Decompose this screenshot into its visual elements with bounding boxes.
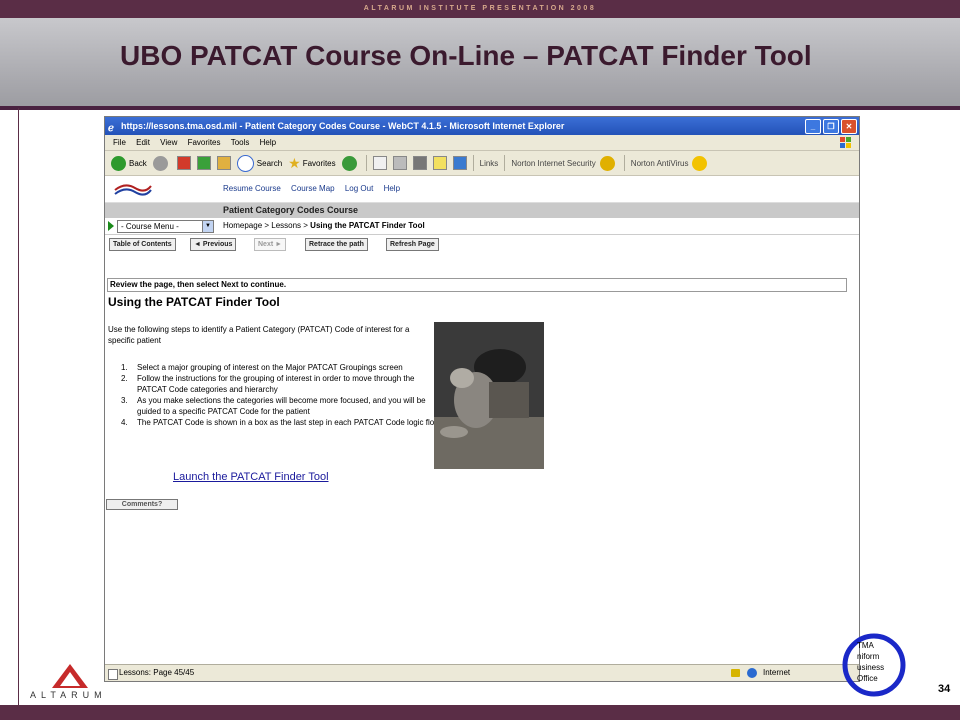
toolbar-separator	[365, 155, 367, 171]
tma-line: usiness	[857, 663, 885, 672]
discuss-icon[interactable]	[432, 156, 447, 170]
favorites-label: Favorites	[302, 158, 336, 168]
instruction-banner: Review the page, then select Next to con…	[107, 278, 847, 292]
tma-line: niform	[857, 652, 880, 661]
lesson-nav-buttons: Table of Contents ◄ Previous Next ► Retr…	[105, 235, 859, 255]
step-text: Follow the instructions for the grouping…	[137, 374, 415, 394]
back-arrow-icon	[111, 155, 126, 171]
forward-button[interactable]	[152, 155, 171, 171]
presentation-header: ALTARUM INSTITUTE PRESENTATION 2008	[0, 0, 960, 18]
status-bar: Lessons: Page 45/45 Internet	[105, 664, 859, 681]
webct-logo-icon	[114, 184, 152, 196]
lesson-title: Using the PATCAT Finder Tool	[108, 295, 280, 309]
browser-window: ℯ https://lessons.tma.osd.mil - Patient …	[104, 116, 860, 682]
tma-line: TMA	[857, 641, 874, 650]
minimize-button[interactable]: _	[805, 119, 821, 134]
course-menu-select[interactable]: - Course Menu -	[117, 220, 214, 233]
breadcrumb-current: Using the PATCAT Finder Tool	[310, 221, 425, 230]
norton-antivirus-button[interactable]: Norton AntiVirus	[631, 159, 689, 168]
webct-links: Resume Course Course Map Log Out Help	[223, 184, 408, 193]
favorites-button[interactable]: ★ Favorites	[288, 155, 335, 172]
steps-list: 1. Select a major grouping of interest on…	[121, 362, 441, 428]
close-button[interactable]: ✕	[841, 119, 857, 134]
browser-toolbar: Back Search ★ Favorites Links Norton Int…	[105, 151, 859, 176]
step-text: The PATCAT Code is shown in a box as the…	[137, 418, 440, 427]
globe-icon	[747, 668, 757, 678]
norton-antivirus-icon	[692, 155, 708, 171]
tma-logo-text: TMA niform usiness Office	[857, 640, 884, 684]
refresh-icon[interactable]	[196, 156, 211, 170]
windows-flag-icon	[840, 137, 851, 148]
list-item: 2. Follow the instructions for the groupi…	[121, 373, 441, 395]
menu-favorites[interactable]: Favorites	[188, 138, 221, 147]
play-icon	[108, 221, 114, 231]
back-label: Back	[129, 158, 147, 168]
step-text: As you make selections the categories wi…	[137, 396, 426, 416]
edit-icon[interactable]	[412, 156, 427, 170]
breadcrumb: Homepage > Lessons > Using the PATCAT Fi…	[223, 221, 425, 230]
stop-icon[interactable]	[176, 156, 191, 170]
resume-course-link[interactable]: Resume Course	[223, 184, 281, 193]
tma-line: Office	[857, 674, 878, 683]
course-map-link[interactable]: Course Map	[291, 184, 335, 193]
history-icon[interactable]	[341, 155, 357, 171]
search-button[interactable]: Search	[236, 154, 283, 172]
slide-title: UBO PATCAT Course On-Line – PATCAT Finde…	[120, 40, 812, 71]
home-icon[interactable]	[216, 156, 231, 170]
toolbar-separator	[623, 155, 625, 171]
forward-arrow-icon	[152, 155, 168, 171]
security-zone: Internet	[763, 668, 791, 677]
left-divider	[18, 108, 19, 705]
menu-help[interactable]: Help	[260, 138, 276, 147]
norton-security-button[interactable]: Norton Internet Security	[511, 159, 595, 168]
log-out-link[interactable]: Log Out	[345, 184, 373, 193]
window-titlebar: ℯ https://lessons.tma.osd.mil - Patient …	[105, 117, 859, 135]
menu-bar: File Edit View Favorites Tools Help	[105, 135, 859, 151]
course-menu-row: - Course Menu - ▼ Homepage > Lessons > U…	[105, 218, 859, 235]
course-title: Patient Category Codes Course	[105, 203, 859, 218]
back-button[interactable]: Back	[111, 155, 147, 171]
toolbar-separator	[472, 155, 474, 171]
previous-button[interactable]: ◄ Previous	[190, 238, 237, 251]
altarum-logo-text: ALTARUM	[30, 690, 107, 700]
messenger-icon[interactable]	[452, 156, 467, 170]
toolbar-separator	[504, 155, 506, 171]
menu-tools[interactable]: Tools	[231, 138, 250, 147]
help-link[interactable]: Help	[384, 184, 400, 193]
step-text: Select a major grouping of interest on t…	[137, 363, 403, 372]
links-label[interactable]: Links	[480, 159, 499, 168]
lock-icon	[731, 669, 740, 677]
norton-icon	[599, 155, 615, 171]
comments-button[interactable]: Comments?	[106, 499, 178, 510]
chevron-down-icon[interactable]: ▼	[202, 220, 214, 233]
maximize-button[interactable]: ❐	[823, 119, 839, 134]
search-icon	[236, 154, 254, 172]
footer-band	[0, 705, 960, 720]
menu-view[interactable]: View	[160, 138, 177, 147]
webct-nav-bar: Resume Course Course Map Log Out Help	[105, 176, 859, 203]
next-button[interactable]: Next ►	[254, 238, 287, 251]
retrace-path-button[interactable]: Retrace the path	[305, 238, 368, 251]
breadcrumb-path[interactable]: Homepage > Lessons >	[223, 221, 310, 230]
list-item: 4. The PATCAT Code is shown in a box as t…	[121, 418, 440, 427]
menu-edit[interactable]: Edit	[136, 138, 150, 147]
page-number: 34	[938, 683, 951, 695]
launch-finder-tool-link[interactable]: Launch the PATCAT Finder Tool	[173, 471, 329, 483]
print-icon[interactable]	[392, 156, 407, 170]
table-of-contents-button[interactable]: Table of Contents	[109, 238, 176, 251]
list-item: 1. Select a major grouping of interest on…	[121, 363, 403, 372]
favorites-star-icon: ★	[288, 154, 301, 171]
tracker-photo	[434, 322, 544, 469]
window-controls: _ ❐ ✕	[805, 119, 857, 134]
intro-text: Use the following steps to identify a Pa…	[108, 325, 410, 345]
search-label: Search	[256, 158, 283, 168]
window-title: https://lessons.tma.osd.mil - Patient Ca…	[121, 121, 565, 131]
menu-file[interactable]: File	[113, 138, 126, 147]
refresh-page-button[interactable]: Refresh Page	[386, 238, 439, 251]
mail-icon[interactable]	[372, 156, 387, 170]
list-item: 3. As you make selections the categories …	[121, 395, 441, 417]
